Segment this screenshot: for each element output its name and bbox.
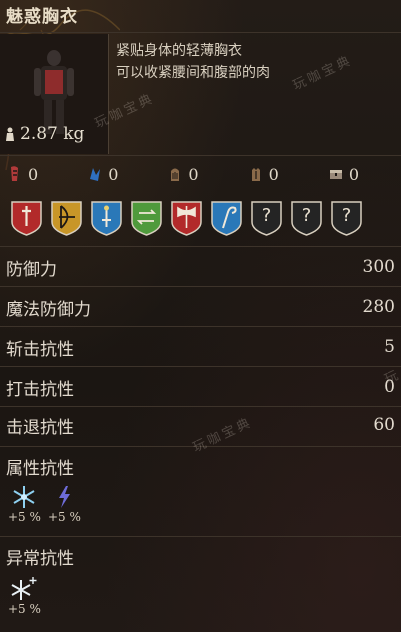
unknown-shield: ? xyxy=(250,200,283,236)
stat-label: 击退抗性 xyxy=(6,417,74,438)
stat-value: 280 xyxy=(362,297,395,317)
faith-icon xyxy=(251,168,260,181)
stat-label: 魔法防御力 xyxy=(6,299,91,320)
elemental-resistance-title: 属性抗性 xyxy=(6,459,74,479)
stat-label: 防御力 xyxy=(6,259,57,280)
unknown-shield: ? xyxy=(290,200,323,236)
requirement-strength: 0 xyxy=(0,160,80,188)
requirement-arcane: 0 xyxy=(321,160,401,188)
stat-row: 魔法防御力 280 xyxy=(0,288,401,326)
lightning-icon xyxy=(59,486,71,508)
weight-display: 2.87 kg xyxy=(4,124,84,144)
requirement-dexterity: 0 xyxy=(80,160,160,188)
divider xyxy=(0,366,401,367)
axe-shield xyxy=(170,200,203,236)
requirement-faith: 0 xyxy=(241,160,321,188)
frost-icon xyxy=(13,486,35,508)
resistance-value: +5 % xyxy=(48,510,81,524)
sword-shield xyxy=(90,200,123,236)
item-name: 魅惑胸衣 xyxy=(6,7,78,27)
question-icon: ? xyxy=(261,205,272,226)
elemental-resistance-item: +5 % xyxy=(48,484,81,524)
arcane-icon xyxy=(329,170,342,179)
unknown-shield: ? xyxy=(330,200,363,236)
stat-row: 防御力 300 xyxy=(0,248,401,286)
bow-shield xyxy=(50,200,83,236)
stat-label: 打击抗性 xyxy=(6,379,74,400)
divider xyxy=(0,246,401,247)
stat-label: 斩击抗性 xyxy=(6,339,74,360)
strength-icon xyxy=(11,166,18,181)
elemental-resistance-item: +5 % xyxy=(8,484,41,524)
dagger-shield xyxy=(10,200,43,236)
intelligence-icon xyxy=(171,168,180,181)
status-resistance-title: 异常抗性 xyxy=(6,549,74,569)
stat-row: 打击抗性 0 xyxy=(0,368,401,406)
attribute-requirements: 0 0 0 0 0 xyxy=(0,160,401,188)
resistance-value: +5 % xyxy=(8,510,41,524)
frostbite-icon xyxy=(11,577,37,600)
requirement-intelligence: 0 xyxy=(160,160,240,188)
stat-value: 5 xyxy=(384,337,395,357)
dexterity-icon xyxy=(90,168,101,181)
hook-shield xyxy=(210,200,243,236)
question-icon: ? xyxy=(341,205,352,226)
divider xyxy=(0,536,401,537)
resistance-value: +5 % xyxy=(8,602,41,616)
weight-value: 2.87 kg xyxy=(20,124,85,144)
divider xyxy=(0,155,401,156)
arrows-shield xyxy=(130,200,163,236)
damage-type-shields: ? ? ? xyxy=(10,200,363,236)
stat-value: 300 xyxy=(362,257,395,277)
weight-icon xyxy=(6,127,14,141)
divider xyxy=(0,326,401,327)
stat-row: 斩击抗性 5 xyxy=(0,328,401,366)
question-icon: ? xyxy=(301,205,312,226)
item-description: 紧贴身体的轻薄胸衣 可以收紧腰间和腹部的肉 xyxy=(116,43,270,81)
divider xyxy=(0,286,401,287)
divider xyxy=(0,32,401,33)
status-resistance-item: +5 % xyxy=(8,576,41,616)
stat-value: 60 xyxy=(373,415,395,435)
